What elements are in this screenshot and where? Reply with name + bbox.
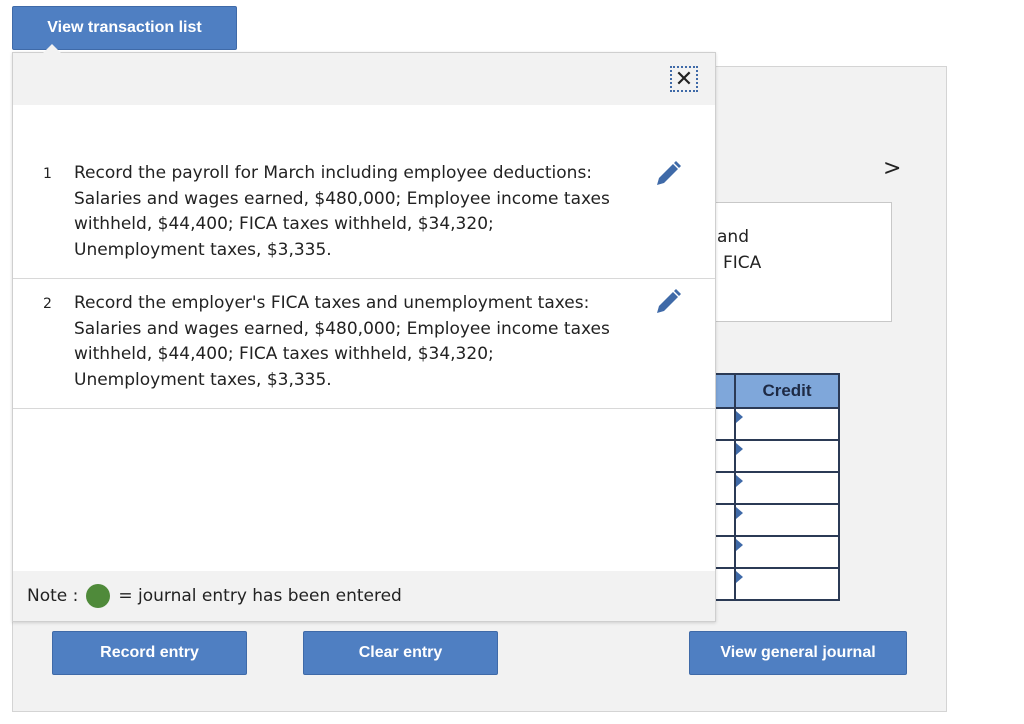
journal-grid-row (700, 537, 840, 569)
view-general-journal-button[interactable]: View general journal (689, 631, 907, 675)
journal-grid-row (700, 569, 840, 601)
journal-grid-row (700, 505, 840, 537)
close-icon[interactable]: ✕ (670, 66, 698, 92)
dropdown-marker-icon (736, 443, 743, 455)
journal-grid: Credit (700, 373, 840, 601)
dropdown-marker-icon (736, 507, 743, 519)
note-bar: Note : = journal entry has been entered (13, 571, 715, 621)
journal-grid-row (700, 409, 840, 441)
journal-grid-row (700, 473, 840, 505)
dropdown-marker-icon (736, 411, 743, 423)
transaction-text: Record the employer's FICA taxes and une… (74, 293, 610, 390)
transaction-item: 1 Record the payroll for March including… (13, 151, 715, 279)
transaction-number: 1 (43, 166, 52, 182)
dropdown-marker-icon (736, 571, 743, 583)
credit-cell[interactable] (736, 409, 838, 439)
transaction-description-text: and FICA (717, 227, 762, 273)
entered-indicator-icon (86, 584, 111, 608)
popup-topbar: ✕ (13, 53, 715, 105)
transaction-list-popup: ✕ 1 Record the payroll for March includi… (12, 44, 716, 622)
credit-column-header: Credit (762, 381, 812, 400)
credit-cell[interactable] (736, 569, 838, 599)
popup-caret (43, 44, 61, 53)
transaction-number: 2 (43, 296, 52, 312)
journal-grid-header: Credit (700, 373, 840, 409)
credit-cell[interactable] (736, 537, 838, 567)
pencil-icon[interactable] (653, 159, 683, 189)
transaction-item: 2 Record the employer's FICA taxes and u… (13, 279, 715, 409)
note-label: Note : (27, 586, 79, 606)
dropdown-marker-icon (736, 539, 743, 551)
transaction-text: Record the payroll for March including e… (74, 163, 610, 260)
note-text: = journal entry has been entered (118, 586, 402, 606)
dropdown-marker-icon (736, 475, 743, 487)
journal-grid-row (700, 441, 840, 473)
credit-cell[interactable] (736, 505, 838, 535)
credit-cell[interactable] (736, 473, 838, 503)
record-entry-button[interactable]: Record entry (52, 631, 247, 675)
credit-cell[interactable] (736, 441, 838, 471)
chevron-right-icon[interactable]: > (883, 156, 901, 181)
pencil-icon[interactable] (653, 287, 683, 317)
clear-entry-button[interactable]: Clear entry (303, 631, 498, 675)
